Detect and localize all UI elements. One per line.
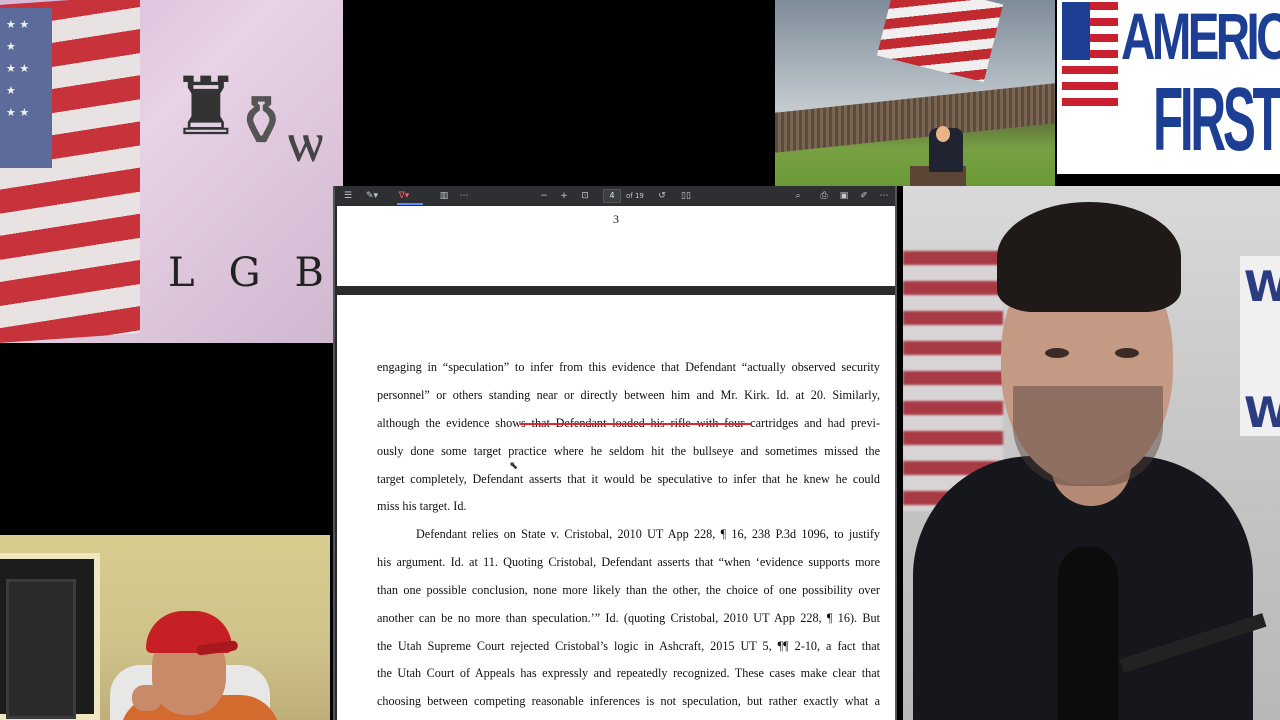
microphone — [1058, 546, 1118, 720]
logo-flag-canton — [1062, 2, 1090, 60]
symbol-graphic: ѡ — [288, 110, 324, 175]
pdf-page-previous: 3 — [337, 206, 895, 286]
save-icon[interactable]: ▣ — [837, 189, 851, 203]
host-beard — [1013, 386, 1163, 486]
text-line: ously done some target practice where he… — [377, 443, 880, 458]
logo-text-america: AMERICA — [1121, 0, 1280, 73]
border-wall-graphic — [775, 83, 1055, 153]
more-options-icon[interactable]: ⋯ — [877, 189, 891, 203]
waving-flag-graphic — [876, 0, 1004, 83]
host-right-eye — [1115, 348, 1139, 358]
flag-canton-graphic — [0, 8, 52, 168]
pdf-toolbar: ☰ ✎▾ ∇▾ ▥ ⋯ − + ⊡ 4 of 19 ↺ ▯▯ ⌕ ⎙ ▣ ✐ ⋯ — [335, 186, 895, 206]
mug-graphic: ⚱ — [232, 80, 291, 162]
two-page-icon[interactable]: ▯▯ — [679, 189, 693, 203]
text-line: the Utah Supreme Court rejected Cristoba… — [377, 638, 880, 653]
page-separator — [337, 286, 895, 295]
text-line: miss his target. Id. — [377, 499, 467, 514]
rotate-icon[interactable]: ↺ — [655, 189, 669, 203]
text-line: target completely, Defendant asserts tha… — [377, 471, 880, 486]
host-hair — [997, 202, 1181, 312]
print-icon[interactable]: ⎙ — [817, 189, 831, 203]
lgbt-banner-text: LGBT — [168, 250, 343, 296]
page-total-label: of 19 — [626, 192, 644, 200]
zoom-out-icon[interactable]: − — [537, 189, 551, 203]
edit-icon[interactable]: ✐ — [857, 189, 871, 203]
guest-hand — [132, 685, 162, 711]
webcam-tile-guest — [0, 535, 330, 720]
speaker-head — [936, 126, 950, 142]
paragraph-2: Defendant relies on State v. Cristobal, … — [377, 521, 880, 716]
pdf-page-current[interactable]: engaging in “speculation” to infer from … — [337, 295, 895, 720]
page-number-input[interactable]: 4 — [603, 189, 621, 203]
text-box-icon[interactable]: ▥ — [437, 189, 451, 203]
paragraph-1: engaging in “speculation” to infer from … — [377, 354, 880, 521]
highlight-icon[interactable]: ✎▾ — [365, 189, 379, 203]
text-line: choosing between competing reasonable in… — [377, 694, 880, 709]
flag-banner-video-tile: ♜ ⚱ ѡ LGBT — [0, 0, 343, 343]
zoom-in-icon[interactable]: + — [557, 189, 571, 203]
sidebar-icon[interactable]: ☰ — [341, 189, 355, 203]
doorway-graphic — [0, 553, 100, 720]
logo-text-first: FIRST — [1153, 70, 1280, 170]
active-tool-indicator — [397, 203, 423, 205]
rally-photo-tile — [775, 0, 1055, 186]
more-icon[interactable]: ⋯ — [457, 189, 471, 203]
draw-icon[interactable]: ∇▾ — [397, 189, 411, 203]
text-line: his argument. Id. at 11. Quoting Cristob… — [377, 554, 880, 569]
mouse-cursor-icon: ⬉ — [509, 459, 519, 472]
text-line: personnel” or others standing near or di… — [377, 387, 880, 402]
pdf-viewer-window[interactable]: ☰ ✎▾ ∇▾ ▥ ⋯ − + ⊡ 4 of 19 ↺ ▯▯ ⌕ ⎙ ▣ ✐ ⋯… — [333, 186, 897, 720]
statue-graphic: ♜ — [170, 60, 242, 153]
red-underline-annotation[interactable] — [520, 423, 752, 425]
search-icon[interactable]: ⌕ — [791, 189, 805, 203]
text-line: than one possible conclusion, none more … — [377, 582, 880, 597]
fit-page-icon[interactable]: ⊡ — [578, 189, 592, 203]
text-line: Defendant relies on State v. Cristobal, … — [416, 527, 880, 541]
background-sign — [1240, 256, 1280, 436]
text-line: the Utah Court of Appeals has expressly … — [377, 666, 880, 681]
america-first-logo-tile: AMERICA FIRST — [1057, 0, 1280, 174]
webcam-tile-host — [903, 186, 1280, 720]
text-line: engaging in “speculation” to infer from … — [377, 360, 880, 374]
page-number: 3 — [613, 212, 619, 226]
host-left-eye — [1045, 348, 1069, 358]
text-line: another can be no more than speculation.… — [377, 610, 880, 625]
